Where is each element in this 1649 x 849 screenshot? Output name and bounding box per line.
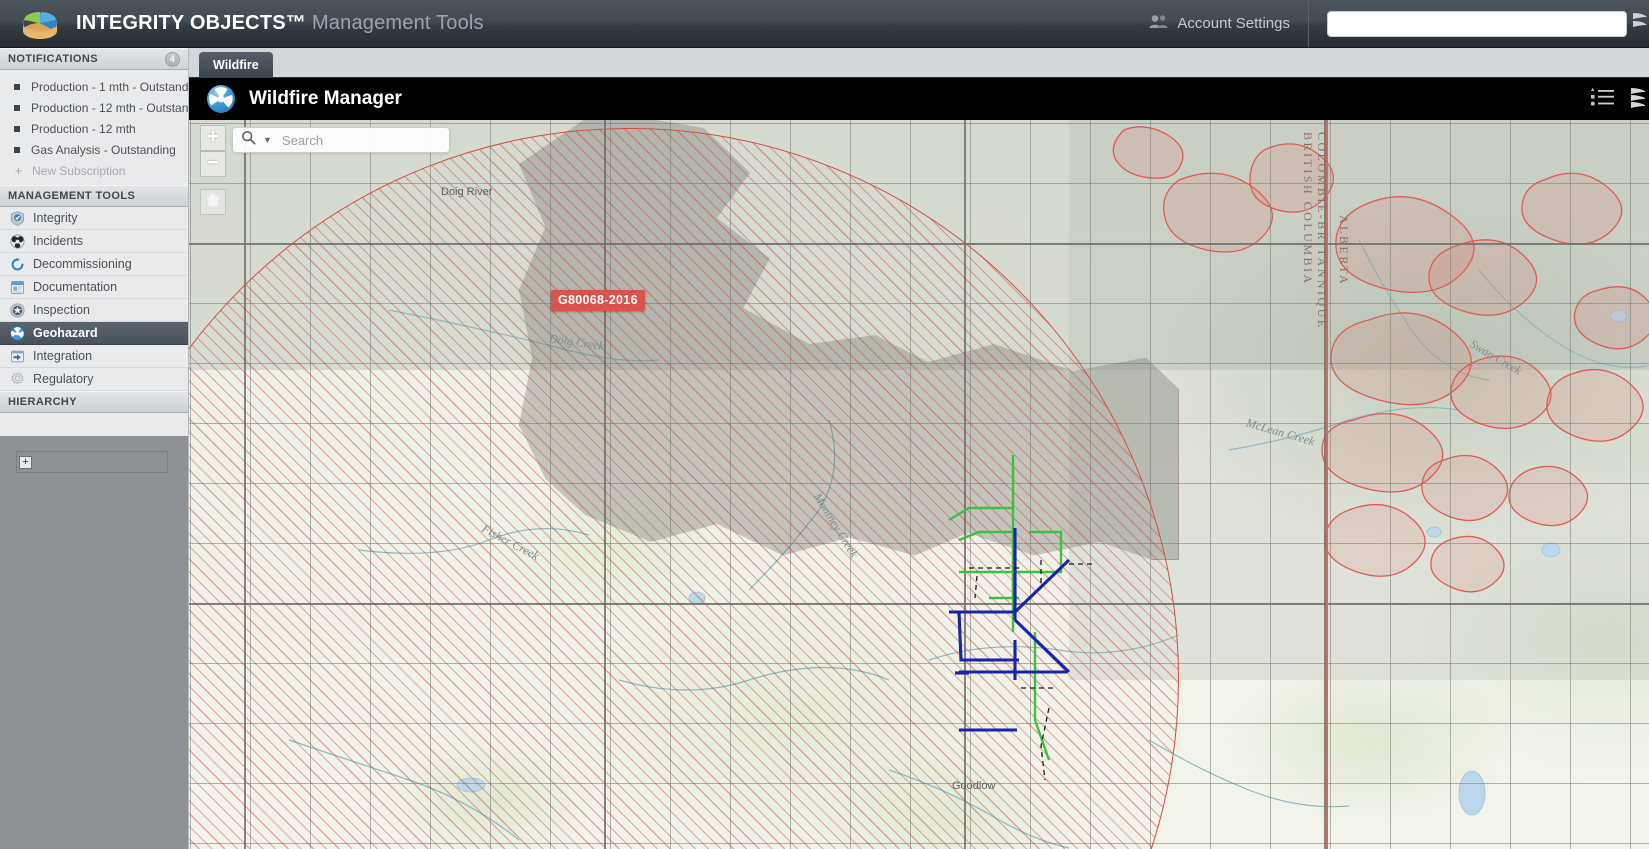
sidebar-item-geohazard[interactable]: Geohazard (0, 322, 188, 345)
zoom-in-button[interactable]: + (200, 125, 226, 151)
document-icon (9, 279, 25, 295)
header-overflow-icon[interactable] (1631, 9, 1649, 39)
page-title: Wildfire Manager (249, 88, 402, 109)
account-settings-button[interactable]: Account Settings (1149, 0, 1309, 47)
square-bullet-icon (14, 83, 20, 90)
map-label-doig-river: Doig River (441, 186, 493, 198)
square-bullet-icon (14, 125, 20, 132)
management-tools-list: Integrity Incidents Decommissioning Docu… (0, 207, 188, 391)
tab-strip: Wildfire (189, 48, 1649, 78)
notifications-title: NOTIFICATIONS (8, 53, 98, 65)
hierarchy-expand-toggle[interactable]: + (19, 455, 32, 469)
map-zoom-controls: + − (200, 125, 226, 177)
users-icon (1149, 14, 1168, 33)
new-subscription-item[interactable]: + New Subscription (0, 160, 188, 181)
square-bullet-icon (14, 146, 20, 153)
gear-star-icon (9, 302, 25, 318)
notification-label: New Subscription (32, 163, 126, 178)
home-icon (205, 192, 221, 212)
notifications-header: NOTIFICATIONS 4 (0, 48, 188, 70)
sidebar-item-label: Inspection (33, 303, 90, 317)
sidebar-item-label: Geohazard (33, 326, 98, 340)
sidebar-item-label: Incidents (33, 234, 84, 248)
header-right-group: Account Settings (1149, 0, 1649, 47)
left-sidebar: NOTIFICATIONS 4 Production - 1 mth - Out… (0, 48, 189, 849)
top-header: INTEGRITY OBJECTS™ Management Tools Accou… (0, 0, 1649, 48)
brand-title: INTEGRITY OBJECTS™ Management Tools (76, 12, 484, 35)
legend-icon[interactable] (1589, 86, 1617, 113)
sidebar-item-label: Decommissioning (33, 257, 132, 271)
sidebar-item-integration[interactable]: Integration (0, 345, 188, 368)
hierarchy-tree: + (16, 451, 168, 473)
layers-icon[interactable] (1631, 85, 1645, 114)
tab-wildfire[interactable]: Wildfire (199, 52, 273, 78)
management-tools-header: MANAGEMENT TOOLS (0, 185, 188, 207)
sidebar-item-incidents[interactable]: Incidents (0, 230, 188, 253)
chevron-down-icon[interactable]: ▼ (263, 135, 272, 145)
sidebar-item-documentation[interactable]: Documentation (0, 276, 188, 299)
notification-item[interactable]: Production - 1 mth - Outstanding (0, 76, 188, 97)
brand-title-main: INTEGRITY OBJECTS™ (76, 12, 306, 34)
notification-label: Production - 12 mth (31, 121, 136, 136)
sidebar-item-decommissioning[interactable]: Decommissioning (0, 253, 188, 276)
map-pipeline-layer (948, 455, 1095, 781)
sidebar-item-label: Documentation (33, 280, 118, 294)
pie-chart-logo-icon (18, 7, 62, 41)
brand-title-sub: Management Tools (311, 12, 484, 34)
hazard-icon (9, 233, 25, 249)
map-label-goodlow: Goodlow (952, 780, 996, 792)
header-search-input[interactable] (1327, 10, 1627, 37)
notification-label: Production - 1 mth - Outstanding (31, 79, 188, 94)
notifications-list: Production - 1 mth - Outstanding Product… (0, 70, 188, 185)
tab-label: Wildfire (213, 58, 259, 72)
hierarchy-header: HIERARCHY (0, 391, 188, 413)
square-bullet-icon (14, 104, 20, 111)
magnifier-icon[interactable] (241, 130, 256, 150)
manager-toolbar (1589, 85, 1649, 114)
arrow-in-box-icon (9, 348, 25, 364)
account-settings-label: Account Settings (1177, 15, 1290, 32)
notification-item[interactable]: Production - 12 mth (0, 118, 188, 139)
notifications-count-badge: 4 (165, 51, 180, 67)
shield-icon (9, 210, 25, 226)
sidebar-item-regulatory[interactable]: Regulatory (0, 368, 188, 391)
notification-item[interactable]: Production - 12 mth - Outstanding (0, 97, 188, 118)
zoom-out-button[interactable]: − (200, 151, 226, 177)
radiation-icon (9, 325, 25, 341)
notification-label: Production - 12 mth - Outstanding (31, 100, 188, 115)
sidebar-item-inspection[interactable]: Inspection (0, 299, 188, 322)
map-viewport[interactable]: BRITISH COLUMBIA COLOMBIE-BRITANNIQUE AL… (189, 120, 1649, 849)
hierarchy-title: HIERARCHY (8, 396, 77, 408)
fire-id-label[interactable]: G80068-2016 (551, 290, 645, 311)
radiation-circle-icon (207, 85, 235, 113)
plus-icon: + (14, 163, 23, 178)
gear-icon (9, 371, 25, 387)
sidebar-item-integrity[interactable]: Integrity (0, 207, 188, 230)
notification-item[interactable]: Gas Analysis - Outstanding (0, 139, 188, 160)
recycle-icon (9, 256, 25, 272)
map-search-input[interactable] (281, 132, 432, 148)
manager-header: Wildfire Manager (189, 78, 1649, 120)
sidebar-item-label: Integrity (33, 211, 78, 225)
sidebar-item-label: Integration (33, 349, 93, 363)
hierarchy-panel (0, 436, 188, 849)
map-search-bar[interactable]: ▼ (232, 127, 450, 153)
management-tools-title: MANAGEMENT TOOLS (8, 190, 136, 202)
map-home-button[interactable] (200, 189, 226, 215)
notification-label: Gas Analysis - Outstanding (31, 142, 176, 157)
sidebar-item-label: Regulatory (33, 372, 94, 386)
